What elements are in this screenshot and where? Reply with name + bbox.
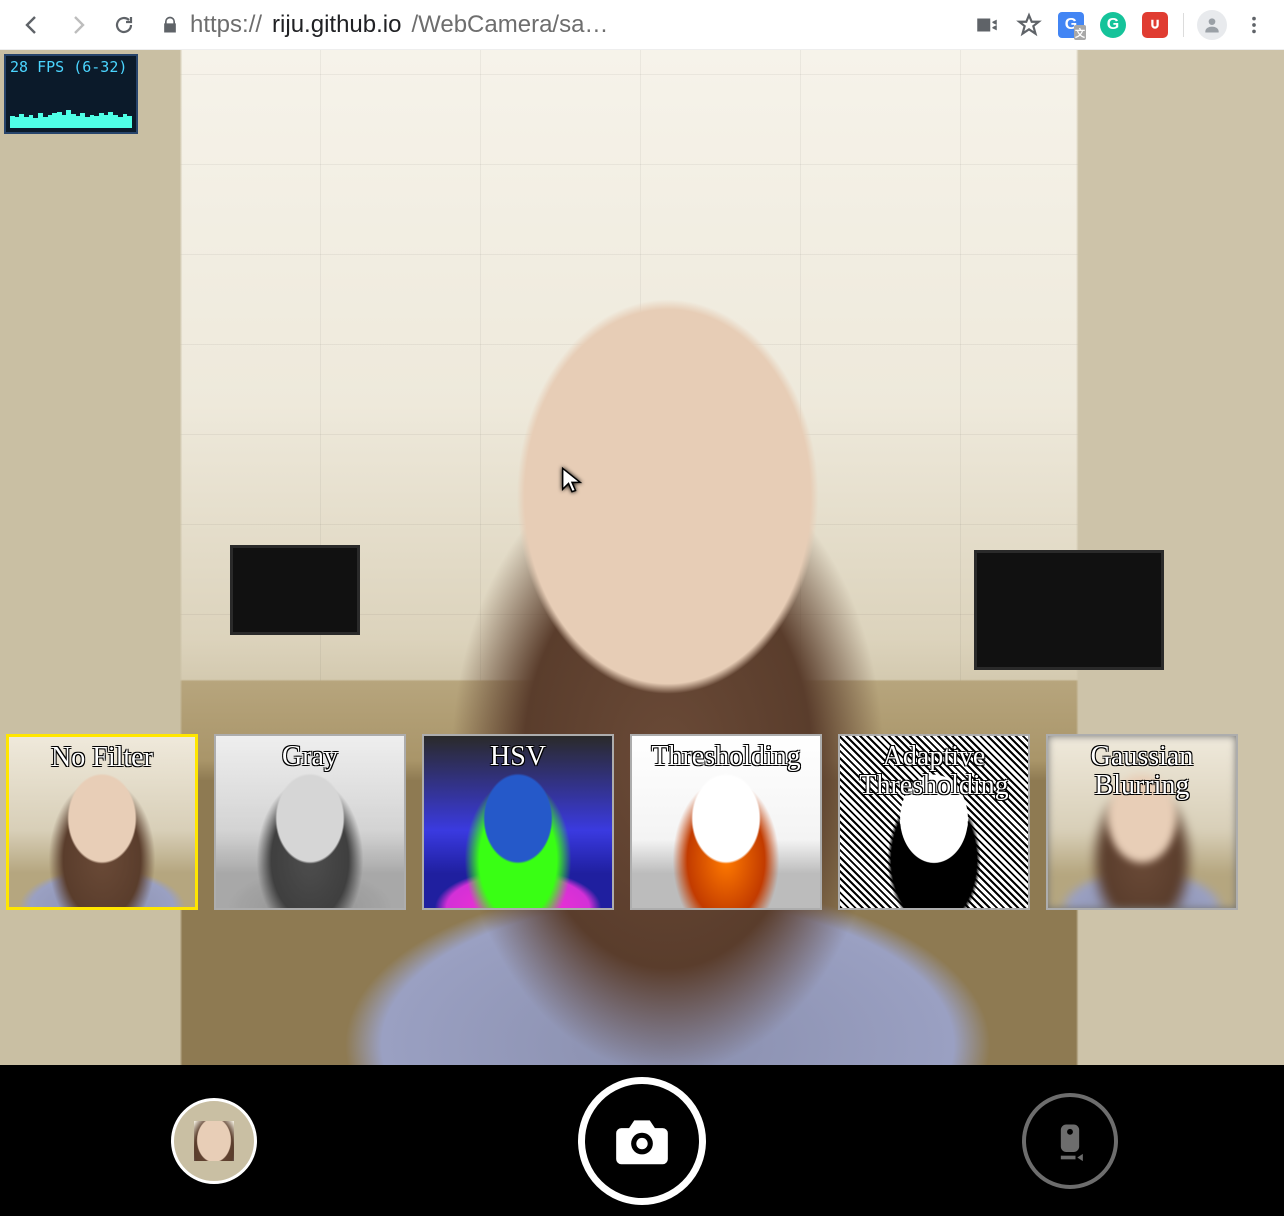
reload-icon xyxy=(112,13,136,37)
grammarly-extension-icon: G xyxy=(1100,12,1126,38)
toolbar-divider xyxy=(1183,13,1184,37)
filter-label: Thresholding xyxy=(632,742,820,771)
filter-adaptive-thresholding[interactable]: Adaptive Thresholding xyxy=(838,734,1030,910)
profile-icon xyxy=(1197,10,1227,40)
video-preview: 28 FPS (6-32) No Filter Gray HSV xyxy=(0,50,1284,1065)
translate-extension-icon: G xyxy=(1058,12,1084,38)
back-button[interactable] xyxy=(12,5,52,45)
filter-label: Gray xyxy=(216,742,404,771)
filter-strip: No Filter Gray HSV Thresholding Adaptive… xyxy=(6,734,1278,910)
url-path: /WebCamera/sa… xyxy=(411,11,608,39)
ublock-extension-icon xyxy=(1142,12,1168,38)
filter-gaussian-blurring[interactable]: Gaussian Blurring xyxy=(1046,734,1238,910)
translate-extension-button[interactable]: G xyxy=(1053,7,1089,43)
filter-thresholding[interactable]: Thresholding xyxy=(630,734,822,910)
bookmark-button[interactable] xyxy=(1011,7,1047,43)
ublock-extension-button[interactable] xyxy=(1137,7,1173,43)
chrome-menu-button[interactable] xyxy=(1236,7,1272,43)
switch-camera-button[interactable] xyxy=(1022,1093,1118,1189)
url-scheme: https:// xyxy=(190,11,262,39)
camera-indicator-icon xyxy=(974,12,1000,38)
filter-label: No Filter xyxy=(9,743,195,772)
url-host: riju.github.io xyxy=(272,11,401,39)
fps-text: 28 FPS (6-32) xyxy=(6,56,136,78)
webcam-app: 28 FPS (6-32) No Filter Gray HSV xyxy=(0,50,1284,1216)
forward-button[interactable] xyxy=(58,5,98,45)
camera-controls xyxy=(0,1066,1284,1216)
reload-button[interactable] xyxy=(104,5,144,45)
star-icon xyxy=(1016,12,1042,38)
grammarly-extension-button[interactable]: G xyxy=(1095,7,1131,43)
gallery-button[interactable] xyxy=(171,1098,257,1184)
forward-icon xyxy=(66,13,90,37)
filter-hsv[interactable]: HSV xyxy=(422,734,614,910)
camera-icon xyxy=(611,1110,673,1172)
filter-label: Gaussian Blurring xyxy=(1048,742,1236,801)
kebab-menu-icon xyxy=(1243,14,1265,36)
background-monitor xyxy=(230,545,360,635)
shutter-button[interactable] xyxy=(578,1077,706,1205)
filter-gray[interactable]: Gray xyxy=(214,734,406,910)
address-bar[interactable]: https:// riju.github.io/WebCamera/sa… xyxy=(150,11,963,39)
background-monitor xyxy=(974,550,1164,670)
back-icon xyxy=(20,13,44,37)
cursor-icon xyxy=(558,466,586,499)
fps-widget: 28 FPS (6-32) xyxy=(4,54,138,134)
browser-toolbar: https:// riju.github.io/WebCamera/sa… G G xyxy=(0,0,1284,50)
gallery-thumb xyxy=(194,1121,234,1161)
filter-label: Adaptive Thresholding xyxy=(840,742,1028,801)
profile-button[interactable] xyxy=(1194,7,1230,43)
lock-icon xyxy=(160,15,180,35)
switch-camera-icon xyxy=(1048,1119,1092,1163)
camera-indicator-button[interactable] xyxy=(969,7,1005,43)
filter-label: HSV xyxy=(424,742,612,771)
fps-graph xyxy=(10,106,132,128)
filter-no-filter[interactable]: No Filter xyxy=(6,734,198,910)
